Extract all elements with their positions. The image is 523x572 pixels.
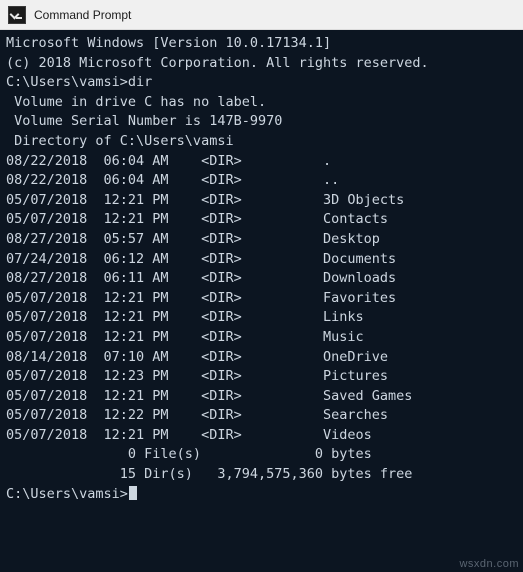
- console-line: 08/27/2018 05:57 AM <DIR> Desktop: [6, 230, 380, 247]
- window-title: Command Prompt: [34, 7, 132, 22]
- console-line: Directory of C:\Users\vamsi: [6, 132, 234, 149]
- console-line: 05/07/2018 12:22 PM <DIR> Searches: [6, 407, 389, 424]
- console-line: (c) 2018 Microsoft Corporation. All righ…: [6, 54, 429, 71]
- console-line: 15 Dir(s) 3,794,575,360 bytes free: [6, 466, 413, 483]
- console-line: Volume Serial Number is 147B-9970: [6, 113, 283, 130]
- console-line: Microsoft Windows [Version 10.0.17134.1]: [6, 35, 332, 51]
- console-line: 05/07/2018 12:21 PM <DIR> Favorites: [6, 289, 397, 306]
- console-line: 05/07/2018 12:21 PM <DIR> Contacts: [6, 211, 389, 228]
- console-line: C:\Users\vamsi>dir: [6, 74, 153, 91]
- watermark: wsxdn.com: [459, 558, 519, 570]
- console-line: 05/07/2018 12:23 PM <DIR> Pictures: [6, 368, 389, 385]
- console-line: 05/07/2018 12:21 PM <DIR> Links: [6, 309, 364, 326]
- console-line: 08/14/2018 07:10 AM <DIR> OneDrive: [6, 348, 389, 365]
- text-cursor: [128, 485, 137, 500]
- console-line: 05/07/2018 12:21 PM <DIR> Videos: [6, 426, 372, 443]
- console-line: Volume in drive C has no label.: [6, 93, 267, 110]
- title-bar[interactable]: Command Prompt: [0, 0, 523, 30]
- console-line: 08/22/2018 06:04 AM <DIR> .: [6, 152, 332, 169]
- console-line: 05/07/2018 12:21 PM <DIR> Saved Games: [6, 387, 413, 404]
- console-output-area[interactable]: Microsoft Windows [Version 10.0.17134.1]…: [0, 30, 523, 572]
- console-line: 07/24/2018 06:12 AM <DIR> Documents: [6, 250, 397, 267]
- console-line: 05/07/2018 12:21 PM <DIR> Music: [6, 328, 364, 345]
- console-line: 05/07/2018 12:21 PM <DIR> 3D Objects: [6, 191, 405, 208]
- console-line: 08/22/2018 06:04 AM <DIR> ..: [6, 172, 340, 189]
- console-line: 0 File(s) 0 bytes: [6, 446, 372, 463]
- console-prompt-line: C:\Users\vamsi>: [6, 485, 523, 505]
- console-line: 08/27/2018 06:11 AM <DIR> Downloads: [6, 270, 397, 287]
- prompt-text: C:\Users\vamsi>: [6, 485, 128, 502]
- command-prompt-window: Command Prompt Microsoft Windows [Versio…: [0, 0, 523, 572]
- command-prompt-icon: [8, 5, 26, 24]
